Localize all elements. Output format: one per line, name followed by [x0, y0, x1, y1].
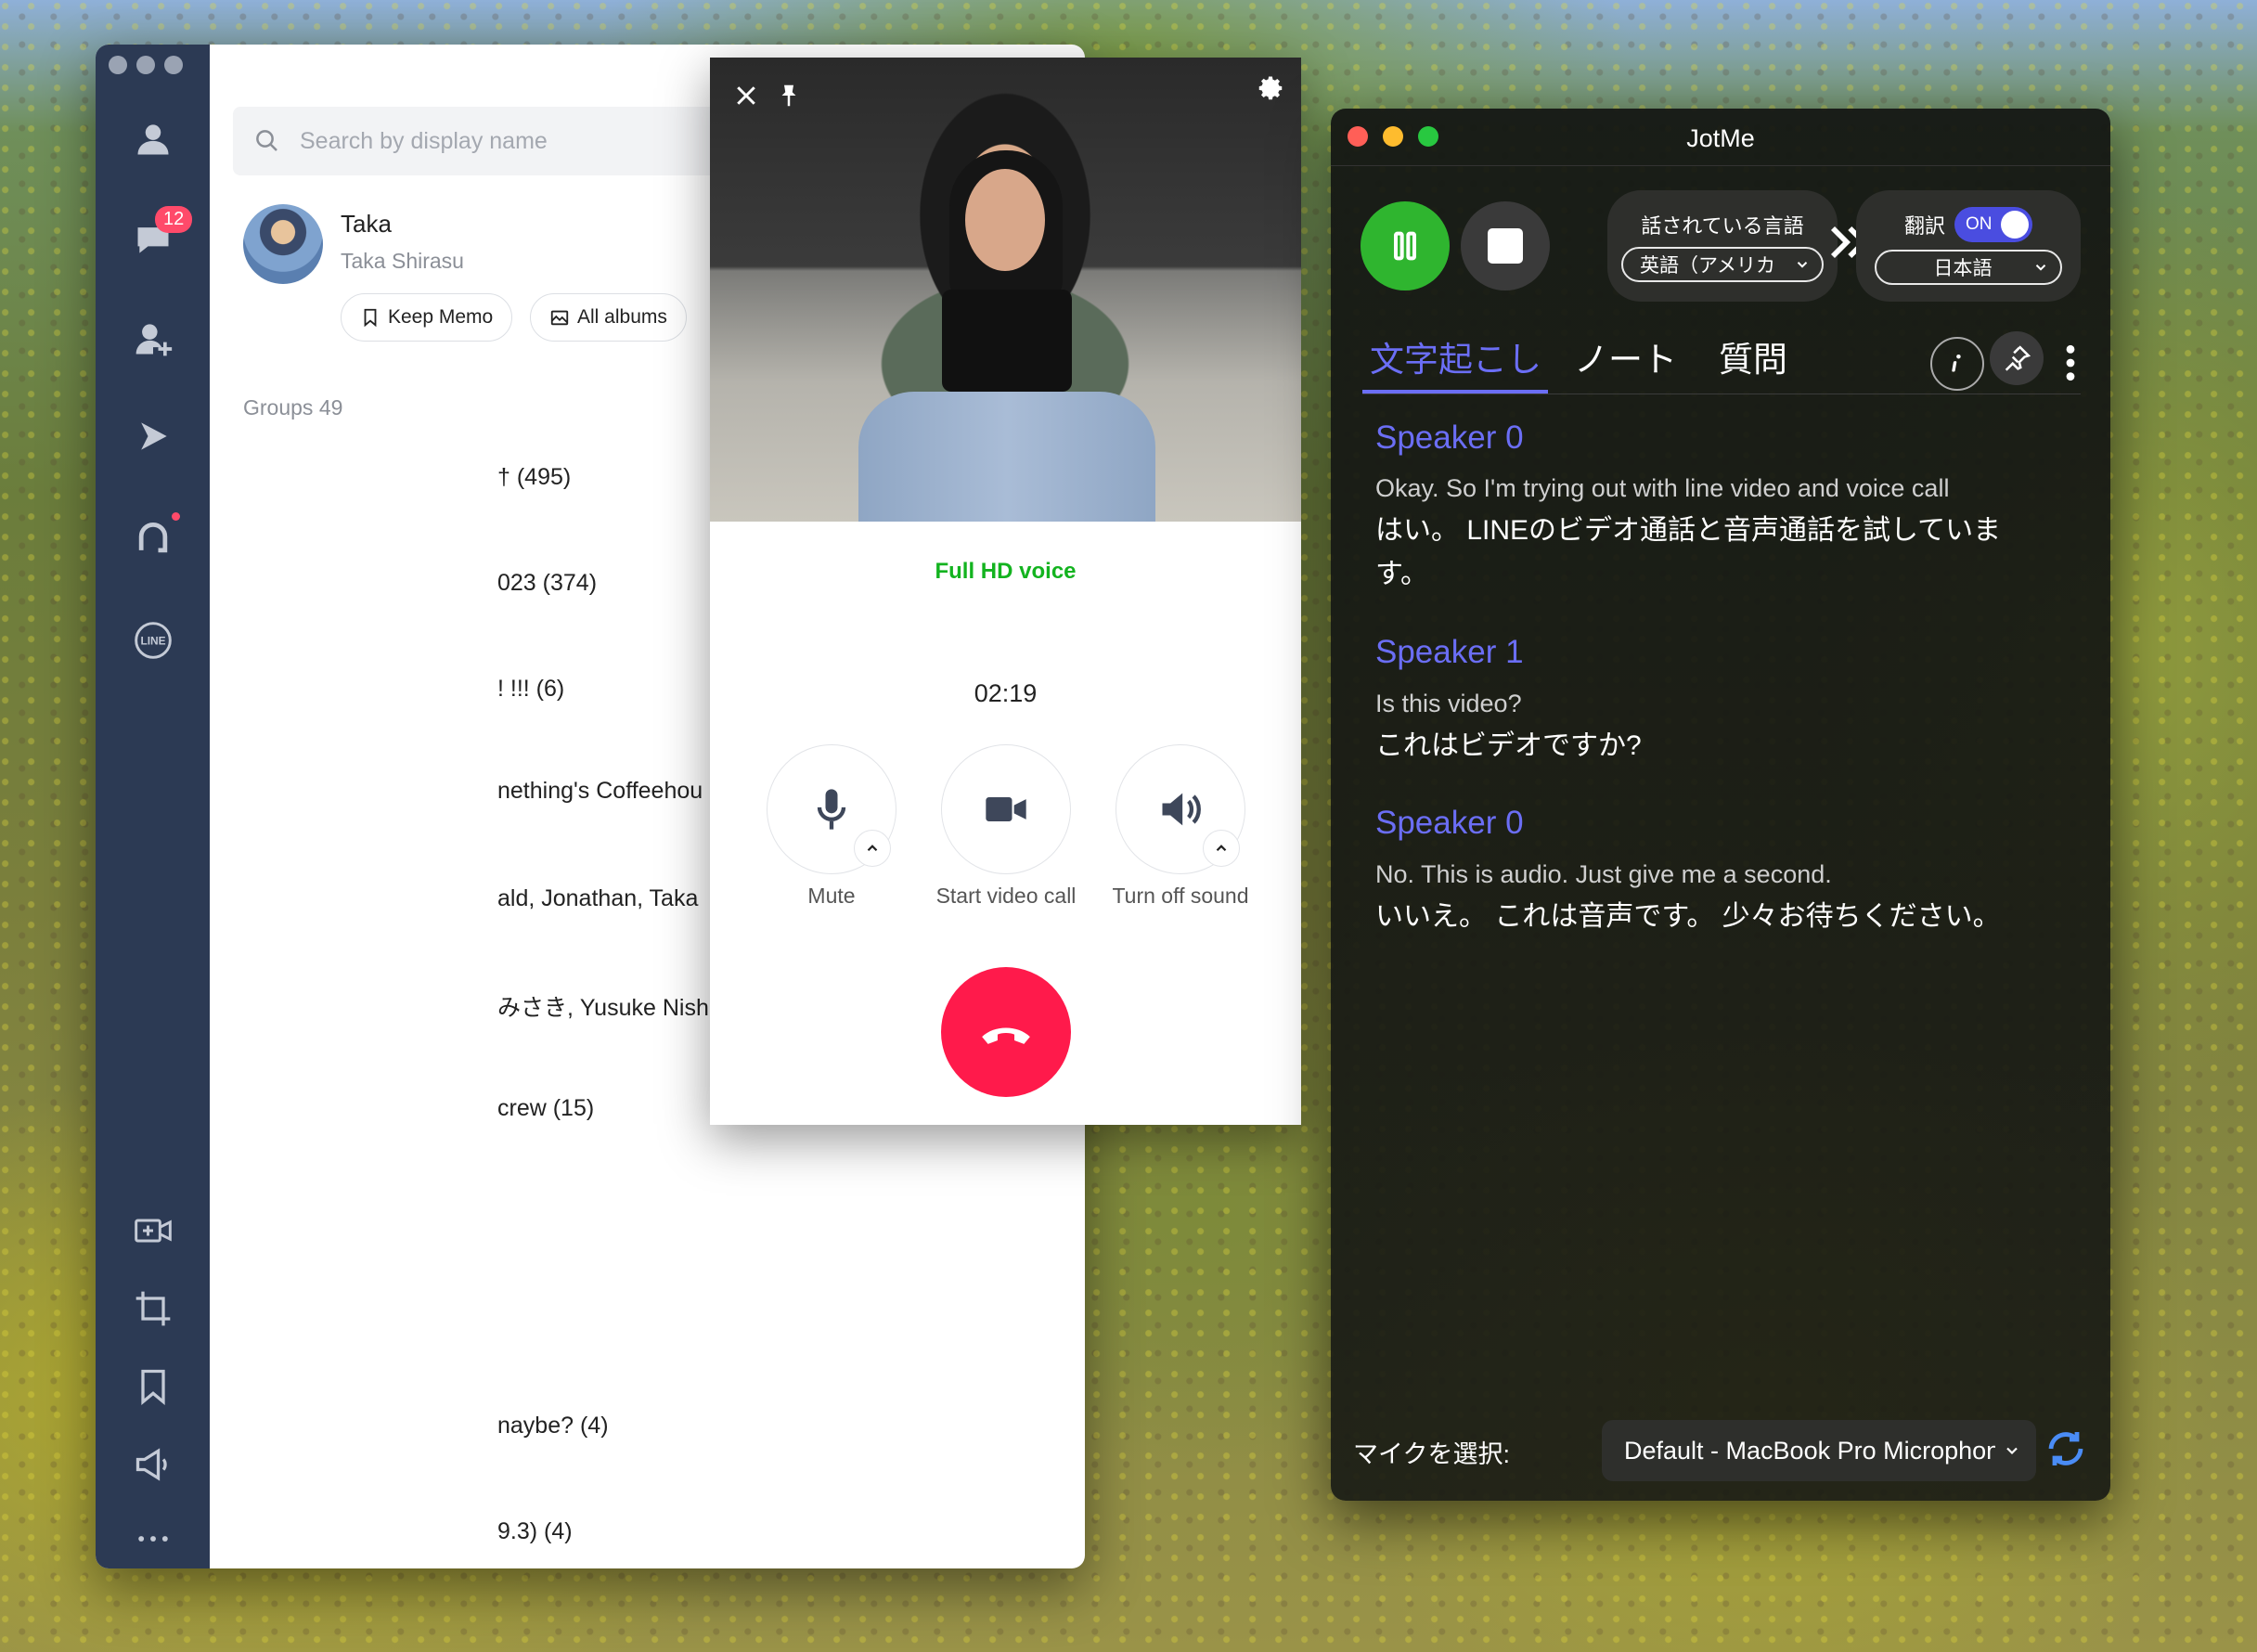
spoken-language-label: 話されている言語: [1641, 214, 1804, 238]
gear-icon[interactable]: [1257, 74, 1285, 107]
info-icon[interactable]: [1930, 337, 1984, 391]
openchat-icon[interactable]: [96, 416, 210, 457]
transcript-source: No. This is audio. Just give me a second…: [1375, 860, 1832, 888]
chats-icon[interactable]: 12: [96, 206, 210, 260]
notification-dot: [172, 512, 180, 521]
speaker-label: Speaker 0: [1375, 805, 1524, 841]
list-item[interactable]: naybe? (4): [497, 1413, 609, 1439]
transcript-translation: はい。 LINEのビデオ通話と音声通話を試しています。: [1375, 515, 2002, 589]
keep-memo-button[interactable]: Keep Memo: [341, 293, 513, 342]
transcript-translation: これはビデオですか?: [1375, 730, 1642, 761]
search-bar[interactable]: [233, 107, 753, 175]
sound-options-button[interactable]: [1203, 830, 1240, 867]
end-call-button[interactable]: [941, 967, 1071, 1097]
spoken-language-select[interactable]: 英語（アメリカ: [1621, 247, 1824, 282]
speaker-label: Speaker 1: [1375, 634, 1524, 670]
pin-icon[interactable]: [1990, 331, 2044, 385]
mic-options-button[interactable]: [854, 830, 891, 867]
video-label: Start video call: [935, 884, 1077, 908]
line-service-icon[interactable]: LINE: [96, 620, 210, 661]
close-icon[interactable]: [732, 82, 760, 114]
list-item[interactable]: 9.3) (4): [497, 1518, 573, 1545]
stop-button[interactable]: [1461, 201, 1550, 290]
avatar[interactable]: [243, 204, 323, 284]
chevron-down-icon: [2035, 265, 2046, 271]
voom-icon[interactable]: [96, 512, 210, 559]
tab-questions[interactable]: 質問: [1719, 331, 1787, 381]
keep-icon[interactable]: [96, 1366, 210, 1407]
tab-notes[interactable]: ノート: [1574, 331, 1677, 381]
album-icon: [550, 310, 569, 326]
minimize-window-button[interactable]: [136, 56, 155, 74]
unread-badge: 12: [155, 206, 193, 233]
chevron-up-icon: [1216, 845, 1227, 852]
call-quality-label: Full HD voice: [935, 559, 1077, 584]
jotme-window: JotMe 話されている言語 英語（アメリカ 翻訳 ON 日本語 文字起こし ノ…: [1331, 109, 2110, 1501]
transcript-source: Okay. So I'm trying out with line video …: [1375, 474, 1950, 502]
more-options-icon[interactable]: [2064, 342, 2077, 388]
profile-subtitle: Taka Shirasu: [341, 249, 464, 273]
list-item[interactable]: ald, Jonathan, Taka: [497, 885, 698, 912]
chevron-up-icon: [867, 845, 878, 852]
line-sidebar: 12 LINE: [96, 45, 210, 1568]
microphone-icon: [817, 789, 846, 830]
video-meeting-icon[interactable]: [96, 1210, 210, 1251]
translate-toggle[interactable]: ON: [1954, 207, 2032, 242]
more-icon[interactable]: [96, 1518, 210, 1559]
bookmark-icon: [364, 308, 377, 328]
speaker-icon: [1162, 793, 1201, 826]
list-item[interactable]: 023 (374): [497, 570, 597, 597]
sound-label: Turn off sound: [1112, 884, 1249, 908]
tab-transcription[interactable]: 文字起こし: [1370, 331, 1541, 381]
translate-label: 翻訳: [1903, 214, 1945, 238]
mic-select[interactable]: Default - MacBook Pro Microphone: [1602, 1420, 2036, 1481]
svg-text:LINE: LINE: [140, 635, 165, 648]
zoom-window-button[interactable]: [164, 56, 183, 74]
groups-header: Groups 49: [243, 395, 343, 419]
chevron-down-icon: [1797, 262, 1808, 268]
caller-photo: [710, 58, 1301, 522]
call-timer: 02:19: [974, 679, 1038, 707]
friends-icon[interactable]: [96, 119, 210, 160]
pause-icon: [1394, 231, 1416, 261]
mute-label: Mute: [807, 884, 856, 908]
add-friend-icon[interactable]: [96, 318, 210, 359]
pause-button[interactable]: [1361, 201, 1450, 290]
video-camera-icon: [986, 797, 1026, 821]
chevron-down-icon: [2006, 1447, 2018, 1455]
list-item[interactable]: ! !!! (6): [497, 676, 564, 703]
translation-panel: 翻訳 ON 日本語: [1856, 190, 2081, 302]
start-video-button[interactable]: [941, 744, 1071, 874]
jotme-titlebar: JotMe: [1331, 109, 2110, 166]
transcript-source: Is this video?: [1375, 690, 1522, 717]
list-item[interactable]: † (495): [497, 464, 571, 491]
close-window-button[interactable]: [109, 56, 127, 74]
mic-select-label: マイクを選択:: [1353, 1440, 1510, 1468]
all-albums-button[interactable]: All albums: [530, 293, 687, 342]
pin-icon[interactable]: [775, 82, 803, 114]
search-input[interactable]: [300, 127, 671, 155]
refresh-icon[interactable]: [2044, 1426, 2088, 1476]
window-controls: [109, 56, 183, 74]
profile-name: Taka: [341, 210, 392, 238]
list-item[interactable]: みさき, Yusuke Nishi: [497, 989, 714, 1023]
speaker-label: Speaker 0: [1375, 419, 1524, 456]
list-item[interactable]: crew (15): [497, 1095, 594, 1122]
announcement-icon[interactable]: [96, 1444, 210, 1485]
hang-up-icon: [982, 1027, 1030, 1044]
stop-icon: [1488, 228, 1523, 264]
window-title: JotMe: [1686, 124, 1755, 152]
search-icon: [256, 130, 277, 151]
target-language-select[interactable]: 日本語: [1875, 250, 2062, 285]
spoken-language-panel: 話されている言語 英語（アメリカ: [1607, 190, 1838, 302]
list-item[interactable]: nething's Coffeehou: [497, 778, 703, 805]
transcript-translation: いいえ。 これは音声です。 少々お待ちください。: [1375, 901, 2001, 932]
screenshot-icon[interactable]: [96, 1288, 210, 1329]
voice-call-window: Full HD voice 02:19 Mute Start video cal…: [710, 58, 1301, 1125]
